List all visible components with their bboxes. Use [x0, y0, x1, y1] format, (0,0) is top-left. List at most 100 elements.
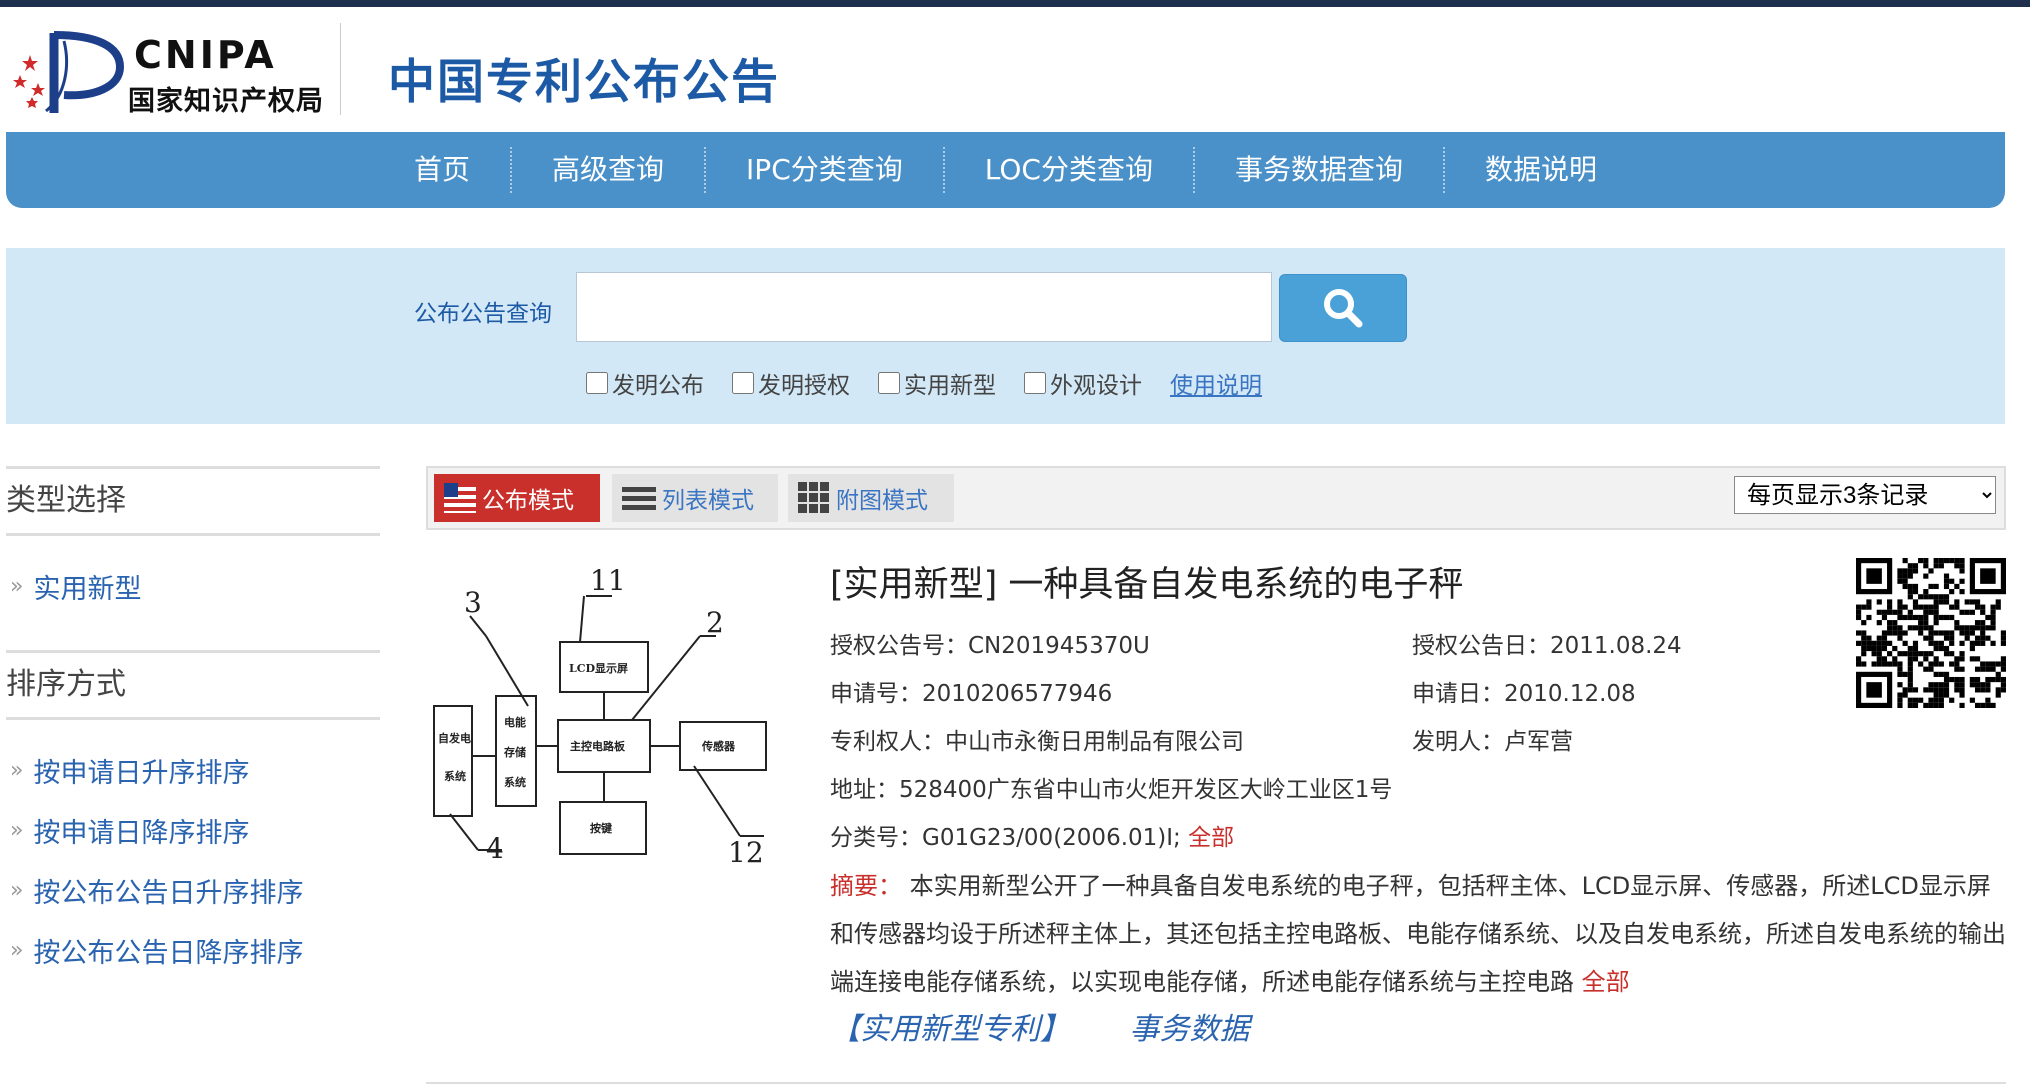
type-select-heading: 类型选择 [6, 466, 380, 536]
drawing-box-store-2: 存储 [504, 745, 526, 759]
drawing-box-self-1: 自发电 [438, 731, 471, 745]
sort-item-label: 按申请日升序排序 [33, 757, 250, 789]
checkbox-label: 发明公布 [612, 373, 704, 399]
checkbox-input[interactable] [732, 372, 754, 394]
drawing-label-12: 12 [728, 836, 764, 869]
checkbox-design[interactable]: 外观设计 [1024, 366, 1142, 400]
logo-text-en: CNIPA [134, 33, 277, 77]
search-label: 公布公告查询 [414, 301, 552, 327]
search-button[interactable] [1279, 274, 1407, 342]
drawing-box-store-3: 系统 [504, 775, 526, 789]
chevron-right-icon: » [10, 937, 24, 963]
sort-item-label: 按公布公告日降序排序 [33, 937, 304, 969]
type-checkboxes: 发明公布 发明授权 实用新型 外观设计 使用说明 [586, 366, 1262, 400]
chevron-right-icon: » [10, 877, 24, 903]
application-number: 申请号：2010206577946 [830, 681, 1113, 707]
search-panel: 公布公告查询 发明公布 发明授权 实用新型 外观设计 使用说明 [6, 248, 2005, 424]
classification: 分类号：G01G23/00(2006.01)I; 全部 [830, 818, 1234, 852]
checkbox-label: 实用新型 [904, 373, 996, 399]
abstract-text: 本实用新型公开了一种具备自发电系统的电子秤，包括秤主体、LCD显示屏、传感器，所… [830, 872, 2006, 996]
mode-label: 列表模式 [662, 488, 754, 514]
sort-item-label: 按公布公告日升序排序 [33, 877, 304, 909]
sort-app-date-asc[interactable]: » 按申请日升序排序 [6, 740, 380, 800]
drawing-box-lcd: LCD显示屏 [569, 662, 628, 675]
abstract: 摘要： 本实用新型公开了一种具备自发电系统的电子秤，包括秤主体、LCD显示屏、传… [830, 862, 2006, 1006]
drawing-box-main: 主控电路板 [570, 739, 626, 753]
classification-more-link[interactable]: 全部 [1188, 825, 1234, 851]
logo-text-cn: 国家知识产权局 [128, 86, 324, 117]
nav-advanced-search[interactable]: 高级查询 [512, 146, 704, 194]
abstract-label: 摘要： [830, 872, 902, 900]
sort-pub-date-asc[interactable]: » 按公布公告日升序排序 [6, 860, 380, 920]
checkbox-label: 发明授权 [758, 373, 850, 399]
drawing-label-4: 4 [486, 832, 504, 865]
sort-heading: 排序方式 [6, 650, 380, 720]
nav-loc-search[interactable]: LOC分类查询 [945, 146, 1193, 194]
flag-icon [444, 483, 476, 513]
search-icon [1324, 289, 1363, 328]
chevron-right-icon: » [10, 757, 24, 783]
grant-date: 授权公告日：2011.08.24 [1412, 633, 1682, 659]
nav-data-notes[interactable]: 数据说明 [1445, 146, 1637, 194]
search-input[interactable] [576, 272, 1272, 342]
drawing-box-self-2: 系统 [444, 769, 466, 783]
sort-pub-date-desc[interactable]: » 按公布公告日降序排序 [6, 920, 380, 980]
checkbox-input[interactable] [586, 372, 608, 394]
abstract-more-link[interactable]: 全部 [1582, 968, 1630, 996]
checkbox-input[interactable] [1024, 372, 1046, 394]
per-page-select[interactable]: 每页显示3条记录 [1734, 476, 1996, 514]
top-accent-bar [0, 0, 2030, 7]
drawing-label-11: 11 [590, 564, 626, 597]
patent-drawing[interactable]: 11 3 2 4 12 LCD显示屏 自发电 系统 电能 存储 系统 主控电路板… [430, 556, 770, 876]
type-item-utility-model[interactable]: » 实用新型 [6, 556, 380, 616]
grid-icon [798, 482, 830, 514]
cnipa-logo-mark-icon [13, 31, 125, 113]
address: 地址：528400广东省中山市火炬开发区大岭工业区1号 [830, 777, 1393, 803]
checkbox-input[interactable] [878, 372, 900, 394]
patent-record: 11 3 2 4 12 LCD显示屏 自发电 系统 电能 存储 系统 主控电路板… [426, 556, 2006, 1047]
nav-ipc-search[interactable]: IPC分类查询 [706, 146, 943, 194]
results-main: 公布模式 列表模式 附图模式 每页显示3条记录 11 3 2 4 12 LCD显… [426, 466, 2006, 1084]
list-icon [622, 485, 656, 511]
checkbox-utility-model[interactable]: 实用新型 [878, 366, 996, 400]
mode-label: 公布模式 [482, 488, 574, 514]
header-divider [340, 23, 341, 115]
mode-image-button[interactable]: 附图模式 [788, 474, 954, 522]
chevron-right-icon: » [10, 573, 24, 599]
type-item-label: 实用新型 [33, 573, 142, 605]
drawing-label-3: 3 [464, 586, 482, 619]
patentee: 专利权人：中山市永衡日用制品有限公司 [830, 729, 1244, 755]
checkbox-invention-grant[interactable]: 发明授权 [732, 366, 850, 400]
chevron-right-icon: » [10, 817, 24, 843]
inventor: 发明人：卢军营 [1412, 729, 1573, 755]
help-link[interactable]: 使用说明 [1170, 366, 1262, 400]
mode-publication-button[interactable]: 公布模式 [434, 474, 600, 522]
nav-home[interactable]: 首页 [374, 146, 510, 194]
record-separator [426, 1082, 2006, 1084]
record-title[interactable]: [实用新型] 一种具备自发电系统的电子秤 [830, 556, 1463, 607]
results-toolbar: 公布模式 列表模式 附图模式 每页显示3条记录 [426, 466, 2006, 530]
drawing-box-sensor: 传感器 [701, 739, 736, 753]
utility-patent-link[interactable]: 【实用新型专利】 [830, 1012, 1070, 1047]
checkbox-invention-publication[interactable]: 发明公布 [586, 366, 704, 400]
drawing-label-2: 2 [706, 606, 724, 639]
qr-code-icon [1856, 558, 2006, 708]
cnipa-logo[interactable]: CNIPA 国家知识产权局 [8, 25, 338, 120]
record-links: 【实用新型专利】 事务数据 [830, 1004, 1250, 1048]
drawing-box-store-1: 电能 [504, 715, 526, 729]
sort-app-date-desc[interactable]: » 按申请日降序排序 [6, 800, 380, 860]
application-date: 申请日：2010.12.08 [1412, 681, 1636, 707]
grant-number: 授权公告号：CN201945370U [830, 633, 1150, 659]
mode-label: 附图模式 [836, 488, 928, 514]
main-nav: 首页 高级查询 IPC分类查询 LOC分类查询 事务数据查询 数据说明 [6, 132, 2005, 208]
affairs-data-link[interactable]: 事务数据 [1130, 1012, 1250, 1047]
nav-affairs-search[interactable]: 事务数据查询 [1195, 146, 1443, 194]
classification-value: 分类号：G01G23/00(2006.01)I; [830, 825, 1181, 851]
site-title[interactable]: 中国专利公布公告 [388, 43, 780, 112]
checkbox-label: 外观设计 [1050, 373, 1142, 399]
sidebar: 类型选择 » 实用新型 排序方式 » 按申请日升序排序 » 按申请日降序排序 » 按公布… [6, 466, 380, 980]
sort-item-label: 按申请日降序排序 [33, 817, 250, 849]
drawing-box-key: 按键 [590, 821, 613, 835]
mode-list-button[interactable]: 列表模式 [612, 474, 778, 522]
site-header: CNIPA 国家知识产权局 中国专利公布公告 [0, 7, 2030, 132]
